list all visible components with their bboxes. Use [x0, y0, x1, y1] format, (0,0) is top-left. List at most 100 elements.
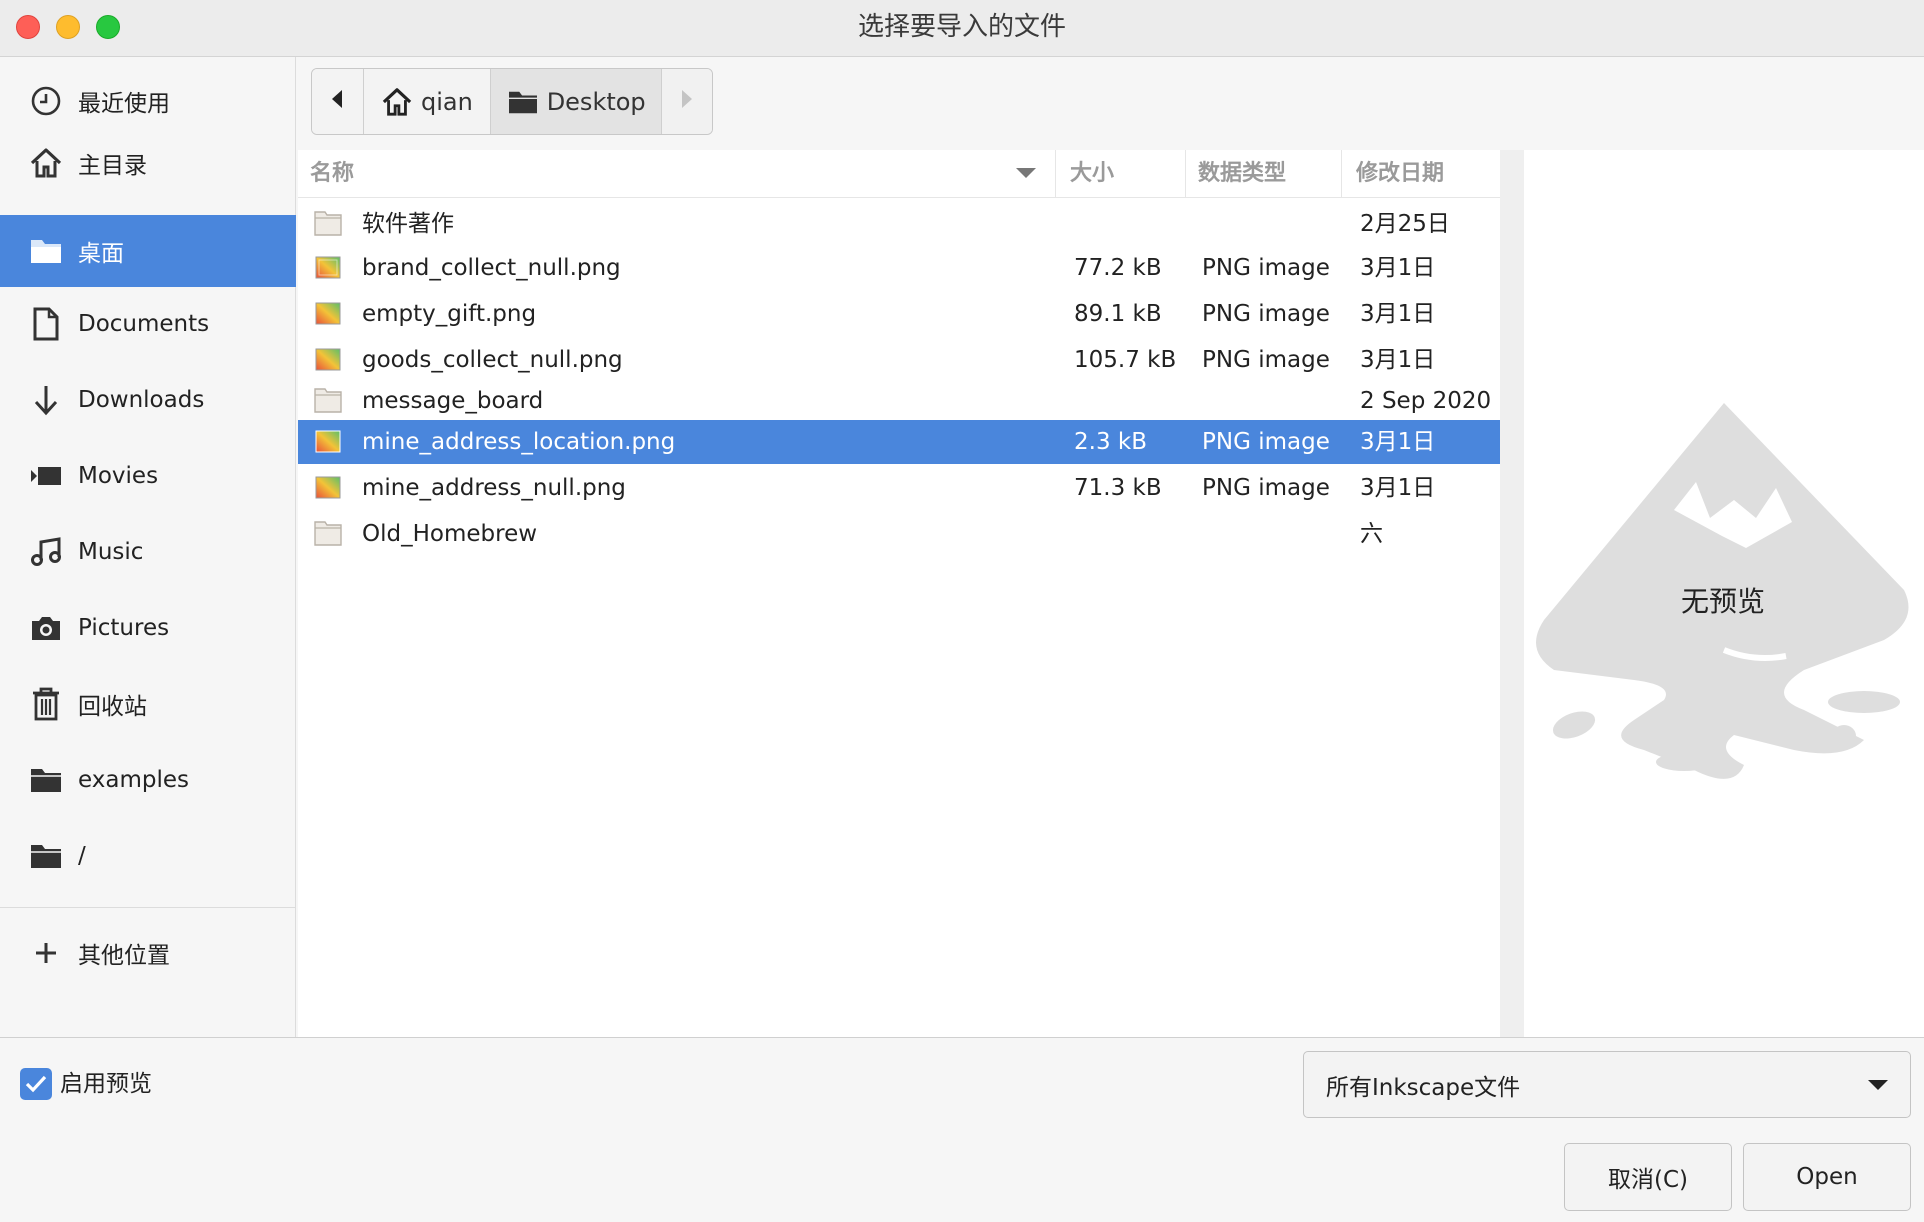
image-file-icon [314, 428, 342, 454]
path-button-desktop[interactable]: Desktop [491, 69, 663, 134]
file-modified: 3月1日 [1360, 301, 1436, 327]
column-divider [1341, 150, 1342, 198]
cancel-button[interactable]: 取消(C) [1564, 1143, 1732, 1211]
file-type: PNG image [1202, 347, 1330, 373]
file-row[interactable]: goods_collect_null.png 105.7 kB PNG imag… [298, 338, 1500, 382]
path-bar: qian Desktop [311, 68, 713, 135]
title-bar: 选择要导入的文件 [0, 0, 1924, 57]
sidebar-item-label: 桌面 [78, 241, 124, 267]
column-header-modified[interactable]: 修改日期 [1356, 150, 1444, 198]
sidebar-item-label: Downloads [78, 387, 205, 413]
column-header-size[interactable]: 大小 [1070, 150, 1114, 198]
trash-icon [26, 684, 66, 724]
file-size: 89.1 kB [1074, 301, 1162, 327]
download-arrow-icon [26, 380, 66, 420]
sidebar-item-pictures[interactable]: Pictures [0, 592, 296, 664]
file-name: goods_collect_null.png [362, 347, 623, 373]
file-row-selected[interactable]: mine_address_location.png 2.3 kB PNG ima… [298, 420, 1500, 464]
file-name: 软件著作 [362, 211, 454, 237]
folder-icon [26, 760, 66, 800]
file-modified: 3月1日 [1360, 347, 1436, 373]
file-row[interactable]: mine_address_null.png 71.3 kB PNG image … [298, 466, 1500, 510]
open-button[interactable]: Open [1743, 1143, 1911, 1211]
enable-preview-label[interactable]: 启用预览 [60, 1066, 152, 1102]
path-button-home[interactable]: qian [363, 69, 492, 134]
file-open-dialog: 选择要导入的文件 最近使用 主目录 桌面 Documents Downloads… [0, 0, 1924, 1222]
image-file-icon [314, 254, 342, 280]
sidebar-item-desktop[interactable]: 桌面 [0, 215, 296, 287]
sort-descending-icon[interactable] [1014, 166, 1038, 182]
music-note-icon [26, 532, 66, 572]
enable-preview-checkbox[interactable] [20, 1068, 52, 1100]
sidebar-item-movies[interactable]: Movies [0, 440, 296, 512]
file-modified: 2 Sep 2020 [1360, 388, 1492, 414]
document-icon [26, 304, 66, 344]
folder-icon [507, 88, 539, 116]
file-name: mine_address_null.png [362, 475, 626, 501]
file-type: PNG image [1202, 429, 1330, 455]
file-row[interactable]: Old_Homebrew 六 [298, 512, 1500, 556]
chevron-down-icon [1866, 1078, 1890, 1092]
file-name: brand_collect_null.png [362, 255, 621, 281]
sidebar-item-label: Documents [78, 311, 210, 337]
sidebar-item-documents[interactable]: Documents [0, 288, 296, 360]
image-file-icon [314, 474, 342, 500]
file-name: empty_gift.png [362, 301, 537, 327]
folder-icon [314, 387, 342, 413]
sidebar-item-label: 回收站 [78, 694, 147, 720]
file-row[interactable]: brand_collect_null.png 77.2 kB PNG image… [298, 246, 1500, 290]
sidebar-item-examples[interactable]: examples [0, 744, 296, 816]
file-name: mine_address_location.png [362, 429, 676, 455]
no-preview-label: 无预览 [1680, 585, 1765, 618]
home-icon [381, 87, 413, 117]
path-forward-button[interactable] [662, 69, 712, 134]
file-name: Old_Homebrew [362, 521, 538, 547]
sidebar-item-root[interactable]: / [0, 820, 296, 892]
file-list[interactable]: 名称 大小 数据类型 修改日期 软件著作 2月25日 brand_collect… [298, 150, 1500, 1037]
path-button-label: Desktop [546, 87, 646, 116]
sidebar-item-music[interactable]: Music [0, 516, 296, 588]
movie-icon [26, 456, 66, 496]
folder-icon [26, 231, 66, 271]
clock-icon [26, 81, 66, 121]
sidebar-item-home[interactable]: 主目录 [0, 127, 296, 199]
file-type: PNG image [1202, 255, 1330, 281]
preview-divider[interactable] [1500, 150, 1524, 1037]
camera-icon [26, 608, 66, 648]
window-title: 选择要导入的文件 [857, 12, 1066, 42]
sidebar-item-downloads[interactable]: Downloads [0, 364, 296, 436]
path-back-button[interactable] [312, 69, 364, 134]
file-modified: 2月25日 [1360, 211, 1450, 237]
sidebar-item-label: / [78, 843, 86, 869]
sidebar-item-label: 最近使用 [78, 91, 170, 117]
sidebar-divider [0, 907, 296, 908]
sidebar-item-label: 其他位置 [78, 943, 170, 969]
file-modified: 六 [1360, 521, 1383, 547]
column-divider [1185, 150, 1186, 198]
file-name: message_board [362, 388, 544, 414]
column-header-name[interactable]: 名称 [310, 150, 354, 198]
sidebar-item-label: Music [78, 539, 144, 565]
file-type-filter-dropdown[interactable]: 所有Inkscape文件 [1303, 1051, 1911, 1118]
file-type-filter-value: 所有Inkscape文件 [1326, 1074, 1521, 1101]
path-button-label: qian [421, 87, 473, 116]
file-list-header: 名称 大小 数据类型 修改日期 [298, 150, 1500, 198]
places-sidebar: 最近使用 主目录 桌面 Documents Downloads Movies M… [0, 57, 296, 1037]
file-size: 2.3 kB [1074, 429, 1147, 455]
chevron-left-icon [330, 88, 344, 116]
file-type: PNG image [1202, 301, 1330, 327]
checkmark-icon [25, 1075, 47, 1093]
file-modified: 3月1日 [1360, 475, 1436, 501]
image-file-icon [314, 346, 342, 372]
folder-icon [314, 520, 342, 546]
home-icon [26, 143, 66, 183]
file-row[interactable]: empty_gift.png 89.1 kB PNG image 3月1日 [298, 292, 1500, 336]
file-row[interactable]: message_board 2 Sep 2020 [298, 379, 1500, 423]
file-size: 77.2 kB [1074, 255, 1162, 281]
file-row[interactable]: 软件著作 2月25日 [298, 202, 1500, 246]
sidebar-item-other-locations[interactable]: 其他位置 [0, 917, 296, 989]
column-header-type[interactable]: 数据类型 [1198, 150, 1286, 198]
file-size: 71.3 kB [1074, 475, 1162, 501]
file-modified: 3月1日 [1360, 255, 1436, 281]
sidebar-item-trash[interactable]: 回收站 [0, 668, 296, 740]
